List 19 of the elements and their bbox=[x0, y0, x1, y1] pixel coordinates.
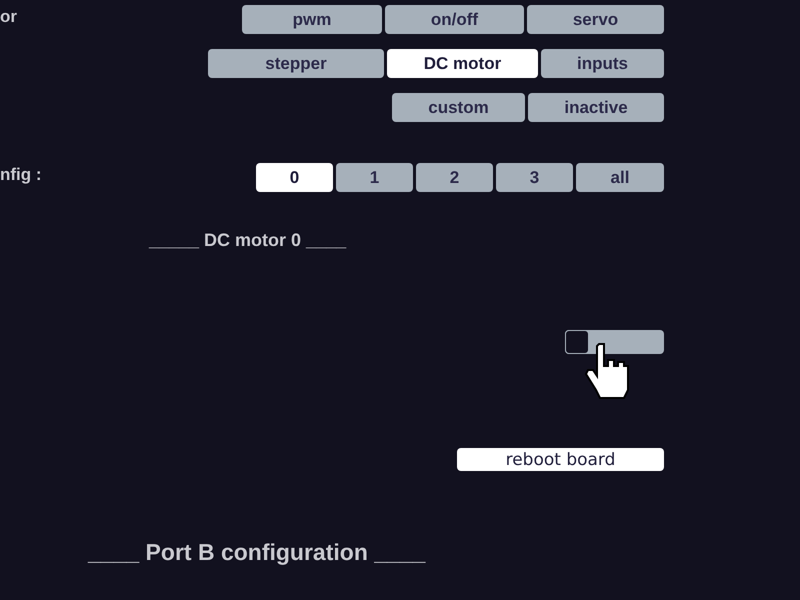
option-button[interactable]: 1 bbox=[336, 163, 413, 192]
slider-thumb[interactable] bbox=[565, 330, 589, 354]
option-button[interactable]: all bbox=[576, 163, 664, 192]
option-button[interactable]: 0 bbox=[256, 163, 333, 192]
option-button[interactable]: on/off bbox=[385, 5, 524, 34]
reboot-button[interactable]: reboot board bbox=[457, 448, 664, 471]
option-button[interactable]: pwm bbox=[242, 5, 382, 34]
setting-label: nfig : bbox=[0, 165, 42, 185]
setting-label: or bbox=[0, 7, 17, 27]
option-button[interactable]: 2 bbox=[416, 163, 493, 192]
option-button[interactable]: custom bbox=[392, 93, 525, 122]
option-button[interactable]: servo bbox=[527, 5, 664, 34]
option-button[interactable]: 3 bbox=[496, 163, 573, 192]
section-heading: _____ DC motor 0 ____ bbox=[149, 230, 348, 252]
option-button[interactable]: DC motor bbox=[387, 49, 538, 78]
section-heading: ____ Port B configuration ____ bbox=[88, 539, 427, 566]
option-button[interactable]: stepper bbox=[208, 49, 384, 78]
option-button[interactable]: inputs bbox=[541, 49, 664, 78]
option-button[interactable]: inactive bbox=[528, 93, 664, 122]
